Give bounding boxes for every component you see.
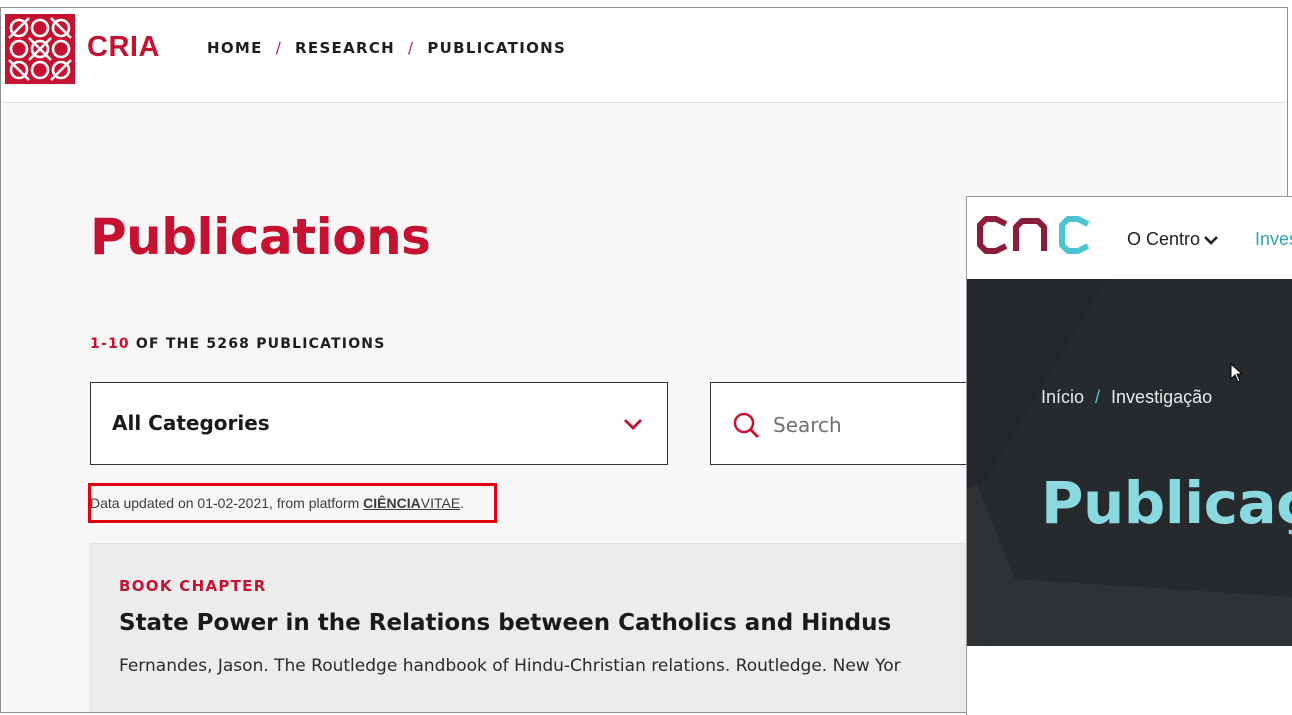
breadcrumb-separator: / <box>408 39 415 57</box>
hero-background-shape <box>967 279 1292 646</box>
breadcrumb-publications[interactable]: PUBLICATIONS <box>427 39 566 57</box>
results-count: 1-10 OF THE 5268 PUBLICATIONS <box>90 336 386 352</box>
breadcrumb-separator: / <box>1095 387 1101 407</box>
chevron-down-icon <box>1204 235 1218 245</box>
menu-investigacao[interactable]: Inves <box>1255 229 1292 250</box>
menu-o-centro[interactable]: O Centro <box>1127 229 1218 250</box>
cnc-logo-icon[interactable] <box>976 215 1094 255</box>
cnc-page-title: Publicaçõ <box>1041 469 1292 537</box>
cria-header: CRIA HOME / RESEARCH / PUBLICATIONS <box>1 8 1287 103</box>
cnc-window: O Centro Inves Início / Investigação Pub… <box>966 196 1292 715</box>
highlight-annotation-box <box>88 483 497 523</box>
results-total: OF THE 5268 PUBLICATIONS <box>129 336 386 352</box>
search-icon <box>733 412 759 438</box>
cria-logo-icon[interactable] <box>5 14 75 84</box>
cnc-breadcrumb: Início / Investigação <box>1041 387 1212 408</box>
menu-o-centro-label: O Centro <box>1127 229 1201 249</box>
mouse-pointer-icon <box>1230 363 1244 383</box>
breadcrumb-research[interactable]: RESEARCH <box>295 39 395 57</box>
chevron-down-icon <box>624 419 642 430</box>
page-title: Publications <box>90 208 431 266</box>
category-select-value: All Categories <box>112 411 270 435</box>
cnc-hero: Início / Investigação Publicaçõ <box>967 279 1292 646</box>
breadcrumb: HOME / RESEARCH / PUBLICATIONS <box>207 39 566 57</box>
breadcrumb-separator: / <box>275 39 283 57</box>
breadcrumb-inicio[interactable]: Início <box>1041 387 1084 408</box>
results-range: 1-10 <box>90 336 130 352</box>
publication-title[interactable]: State Power in the Relations between Cat… <box>119 610 891 636</box>
breadcrumb-home[interactable]: HOME <box>207 39 263 57</box>
category-select[interactable]: All Categories <box>90 382 668 465</box>
publication-citation: Fernandes, Jason. The Routledge handbook… <box>119 656 901 676</box>
cria-logo-text[interactable]: CRIA <box>87 31 160 64</box>
cnc-header: O Centro Inves <box>967 197 1292 279</box>
publication-type: BOOK CHAPTER <box>119 577 267 595</box>
breadcrumb-investigacao[interactable]: Investigação <box>1111 387 1212 408</box>
